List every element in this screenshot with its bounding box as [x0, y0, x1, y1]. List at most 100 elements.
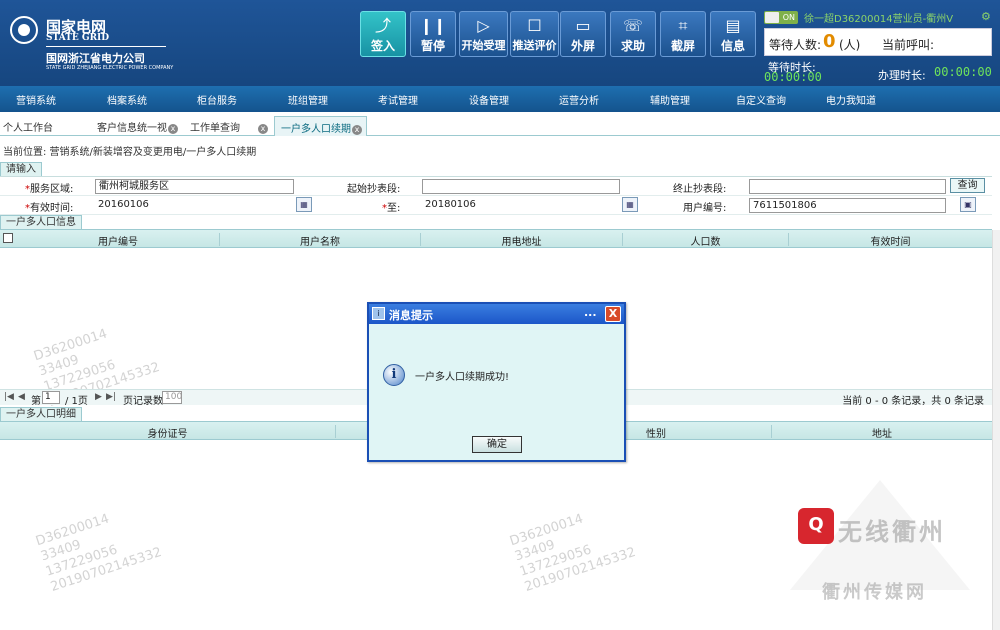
column-header[interactable]: 地址: [772, 425, 992, 440]
logo-divider: [46, 46, 166, 47]
brand-watermark-subtext: 衢州传媒网: [822, 582, 927, 603]
end-segment-label: 终止抄表段:: [673, 184, 727, 195]
wait-time-value: 00:00:00: [764, 70, 822, 84]
waiting-unit: (人): [839, 38, 861, 52]
service-area-label: *服务区域:: [25, 184, 74, 195]
grid1-section-title: 一户多人口信息: [0, 215, 82, 229]
message-dialog: i 消息提示 ... X i 一户多人口续期成功! 确定: [367, 302, 626, 462]
screenshot-button[interactable]: ⌗ 截屏: [660, 11, 706, 57]
close-tab-icon[interactable]: x: [168, 124, 178, 134]
app-header: 国家电网 STATE GRID 国网浙江省电力公司 STATE GRID ZHE…: [0, 0, 1000, 86]
watermark: D36200014 33409 137229056 20190702145332: [508, 511, 638, 595]
start-accept-button[interactable]: ▷ 开始受理: [459, 11, 508, 57]
column-header[interactable]: 有效时间: [789, 233, 992, 248]
menu-item-counter[interactable]: 柜台服务: [197, 92, 237, 107]
sign-in-icon: ⤴: [374, 16, 391, 35]
tab-bar: 个人工作台 客户信息统一视 x 工作单查询 x 一户多人口续期 x: [0, 112, 1000, 136]
lookup-icon[interactable]: ▣: [960, 197, 976, 212]
company-name: 国网浙江省电力公司: [46, 52, 145, 65]
form-row-1: *服务区域: 衢州柯城服务区 起始抄表段: 终止抄表段: 查询: [0, 177, 992, 196]
column-header[interactable]: 身份证号: [0, 425, 336, 440]
record-info: 当前 0 - 0 条记录，共 0 条记录: [842, 396, 984, 407]
phone-icon: ☏: [622, 16, 643, 35]
user-number-field[interactable]: 7611501806: [749, 198, 946, 213]
menu-item-exam[interactable]: 考试管理: [378, 92, 418, 107]
brand-watermark-text: 无线衢州: [838, 518, 946, 546]
user-number-label: 用户编号:: [683, 203, 727, 214]
watermark: D36200014 33409 137229056 20190702145332: [34, 511, 164, 595]
monitor-icon: ▭: [575, 16, 591, 35]
valid-to-label: *至:: [382, 203, 401, 214]
first-page-icon[interactable]: |◀: [4, 392, 14, 402]
settings-icon[interactable]: ⚙: [981, 10, 991, 23]
dialog-menu-dots[interactable]: ...: [584, 306, 597, 319]
ok-button[interactable]: 确定: [472, 436, 522, 453]
menu-item-knowledge[interactable]: 电力我知道: [826, 92, 876, 107]
tab-work-order-query[interactable]: 工作单查询 x: [190, 116, 268, 136]
start-segment-field[interactable]: [422, 179, 620, 194]
column-header[interactable]: 用电地址: [421, 233, 623, 248]
next-page-icon[interactable]: ▶: [95, 392, 102, 402]
close-tab-icon[interactable]: x: [352, 125, 362, 135]
vertical-scrollbar[interactable]: [992, 230, 1000, 630]
close-icon[interactable]: X: [605, 306, 621, 322]
agent-user-label: 徐一超D36200014营业员-衢州V: [804, 14, 954, 25]
tab-customer-info[interactable]: 客户信息统一视 x: [97, 116, 178, 136]
calendar-icon[interactable]: ▦: [622, 197, 638, 212]
breadcrumb: 当前位置: 营销系统/新装增容及变更用电/一户多人口续期: [3, 147, 257, 158]
dialog-window-icon: i: [372, 307, 385, 320]
start-segment-label: 起始抄表段:: [347, 184, 401, 195]
form-row-2: *有效时间: 20160106 ▦ *至: 20180106 ▦ 用户编号: 7…: [0, 196, 992, 215]
menu-item-auxiliary[interactable]: 辅助管理: [650, 92, 690, 107]
valid-from-field[interactable]: 20160106: [95, 198, 294, 213]
brand-logo-icon: Q: [798, 508, 834, 544]
grid1-header: 用户编号 用户名称 用电地址 人口数 有效时间: [0, 229, 992, 248]
agent-status-panel: ON 徐一超D36200014营业员-衢州V ⚙ 等待人数: 0 (人) 当前呼…: [764, 10, 992, 84]
column-header[interactable]: 人口数: [623, 233, 789, 248]
input-section-title: 请输入: [0, 162, 42, 176]
per-page-input[interactable]: 100: [162, 391, 182, 404]
column-header[interactable]: 用户名称: [220, 233, 421, 248]
menu-item-archive[interactable]: 档案系统: [107, 92, 147, 107]
crop-icon: ⌗: [678, 16, 688, 35]
menu-item-custom-query[interactable]: 自定义查询: [736, 92, 786, 107]
help-button[interactable]: ☏ 求助: [610, 11, 656, 57]
tab-personal-workbench[interactable]: 个人工作台: [3, 116, 53, 136]
sign-in-button[interactable]: ⤴ 签入: [360, 11, 406, 57]
current-call-label: 当前呼叫:: [882, 38, 935, 52]
calendar-icon[interactable]: ▦: [296, 197, 312, 212]
grid2-section-title: 一户多人口明细: [0, 407, 82, 421]
tab-multi-person-renewal[interactable]: 一户多人口续期 x: [274, 116, 367, 136]
select-all-checkbox[interactable]: [3, 233, 13, 243]
page-total: / 1页: [65, 396, 88, 407]
menu-item-equipment[interactable]: 设备管理: [469, 92, 509, 107]
last-page-icon[interactable]: ▶|: [106, 392, 116, 402]
pause-button[interactable]: ❙❙ 暂停: [410, 11, 456, 57]
close-tab-icon[interactable]: x: [258, 124, 268, 134]
page-number-input[interactable]: 1: [42, 391, 60, 404]
query-button[interactable]: 查询: [950, 178, 985, 193]
per-page-label: 页记录数: [123, 396, 163, 407]
handle-time-value: 00:00:00: [934, 65, 992, 79]
column-header[interactable]: 用户编号: [17, 233, 220, 248]
external-screen-button[interactable]: ▭ 外屏: [560, 11, 606, 57]
handle-time-label: 办理时长:: [878, 69, 926, 82]
pause-icon: ❙❙: [419, 16, 447, 35]
push-evaluation-button[interactable]: ☐ 推送评价: [510, 11, 559, 57]
info-button[interactable]: ▤ 信息: [710, 11, 756, 57]
valid-to-field[interactable]: 20180106: [422, 198, 620, 213]
online-toggle[interactable]: ON: [764, 11, 798, 24]
info-icon: i: [383, 364, 405, 386]
main-menu: 营销系统 档案系统 柜台服务 班组管理 考试管理 设备管理 运营分析 辅助管理 …: [0, 86, 1000, 112]
dialog-titlebar[interactable]: i 消息提示 ... X: [369, 304, 624, 324]
menu-item-team[interactable]: 班组管理: [288, 92, 328, 107]
prev-page-icon[interactable]: ◀: [18, 392, 25, 402]
chat-icon: ☐: [527, 16, 542, 35]
end-segment-field[interactable]: [749, 179, 946, 194]
menu-item-marketing[interactable]: 营销系统: [16, 92, 56, 107]
search-form: *服务区域: 衢州柯城服务区 起始抄表段: 终止抄表段: 查询 *有效时间: 2…: [0, 176, 992, 215]
state-grid-emblem-icon: [10, 16, 38, 44]
menu-item-operation[interactable]: 运营分析: [559, 92, 599, 107]
service-area-field[interactable]: 衢州柯城服务区: [95, 179, 294, 194]
document-icon: ▤: [725, 16, 741, 35]
